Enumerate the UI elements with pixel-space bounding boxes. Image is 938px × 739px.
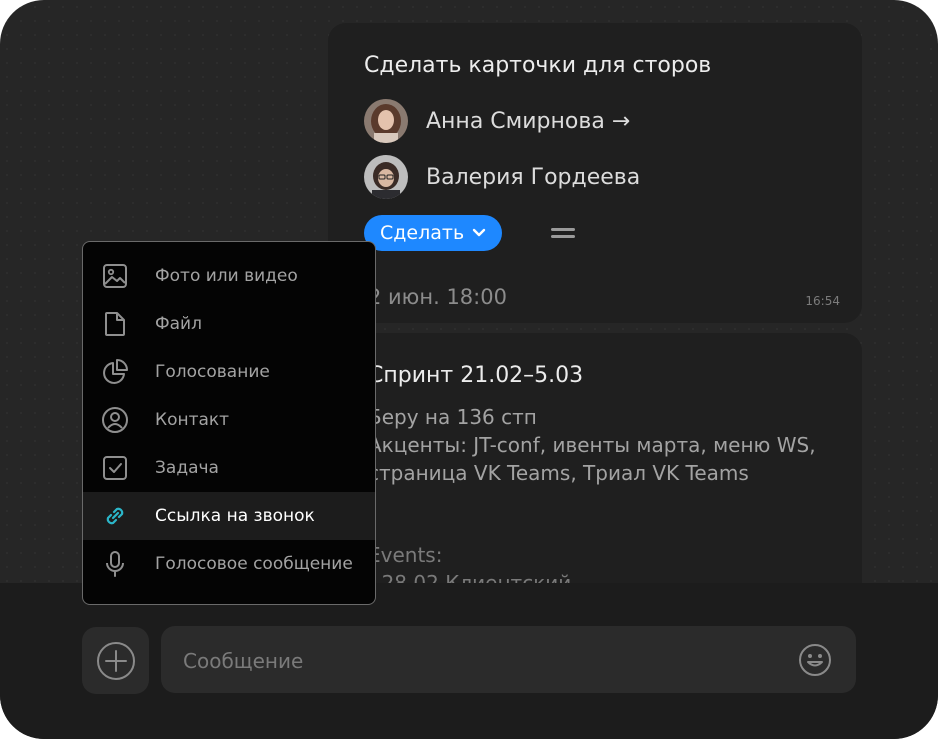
task-card[interactable]: Сделать карточки для сторов Анна Смирнов… xyxy=(328,23,862,323)
plus-circle-icon xyxy=(96,641,135,680)
menu-item-contact[interactable]: Контакт xyxy=(83,396,375,444)
file-icon xyxy=(105,312,125,336)
menu-item-poll[interactable]: Голосование xyxy=(83,348,375,396)
message-time: 16:54 xyxy=(805,294,840,308)
sprint-title: Спринт 21.02–5.03 xyxy=(368,363,584,388)
menu-item-file[interactable]: Файл xyxy=(83,300,375,348)
task-assignee[interactable]: Валерия Гордеева xyxy=(364,155,640,199)
assignee-name: Валерия Гордеева xyxy=(426,164,641,190)
chevron-down-icon xyxy=(472,228,486,237)
emoji-icon[interactable] xyxy=(798,643,832,677)
avatar xyxy=(364,99,408,143)
menu-item-photo-video[interactable]: Фото или видео xyxy=(83,252,375,300)
menu-item-label: Контакт xyxy=(155,410,230,430)
sprint-body: Беру на 136 стп Акценты: JT-conf, ивенты… xyxy=(368,403,816,487)
task-status-label: Сделать xyxy=(380,222,465,244)
menu-item-task[interactable]: Задача xyxy=(83,444,375,492)
task-status-button[interactable]: Сделать xyxy=(364,215,503,251)
sprint-line: Акценты: JT-conf, ивенты марта, меню WS, xyxy=(368,433,816,457)
sprint-line: страница VK Teams, Триал VK Teams xyxy=(368,461,749,485)
avatar xyxy=(364,155,408,199)
attach-menu: Фото или видео Файл Голосование Контакт xyxy=(82,241,376,605)
menu-item-label: Файл xyxy=(155,314,202,334)
menu-item-voice-message[interactable]: Голосовое сообщение xyxy=(83,540,375,588)
task-title: Сделать карточки для сторов xyxy=(364,53,712,78)
composer-bar xyxy=(0,583,938,739)
menu-item-label: Голосование xyxy=(155,362,270,382)
priority-icon[interactable] xyxy=(550,223,576,243)
menu-item-label: Фото или видео xyxy=(155,266,298,286)
menu-item-label: Ссылка на звонок xyxy=(155,506,315,526)
menu-item-label: Задача xyxy=(155,458,219,478)
menu-item-call-link[interactable]: Ссылка на звонок xyxy=(83,492,375,540)
poll-icon xyxy=(103,359,128,384)
image-icon xyxy=(103,264,127,288)
menu-item-label: Голосовое сообщение xyxy=(155,554,353,574)
chat-window: Сделать карточки для сторов Анна Смирнов… xyxy=(0,0,938,739)
assigner-name: Анна Смирнова → xyxy=(426,108,631,134)
attach-button[interactable] xyxy=(82,627,149,694)
link-icon xyxy=(106,507,124,525)
contact-icon xyxy=(102,407,128,433)
task-deadline: 2 июн. 18:00 xyxy=(368,285,507,309)
task-assigner[interactable]: Анна Смирнова → xyxy=(364,99,630,143)
message-input-container[interactable] xyxy=(161,626,856,695)
sprint-line: Events: xyxy=(368,543,443,567)
task-icon xyxy=(103,456,127,480)
sprint-line: Беру на 136 стп xyxy=(368,405,537,429)
message-input[interactable] xyxy=(161,626,805,695)
microphone-icon xyxy=(106,551,124,577)
